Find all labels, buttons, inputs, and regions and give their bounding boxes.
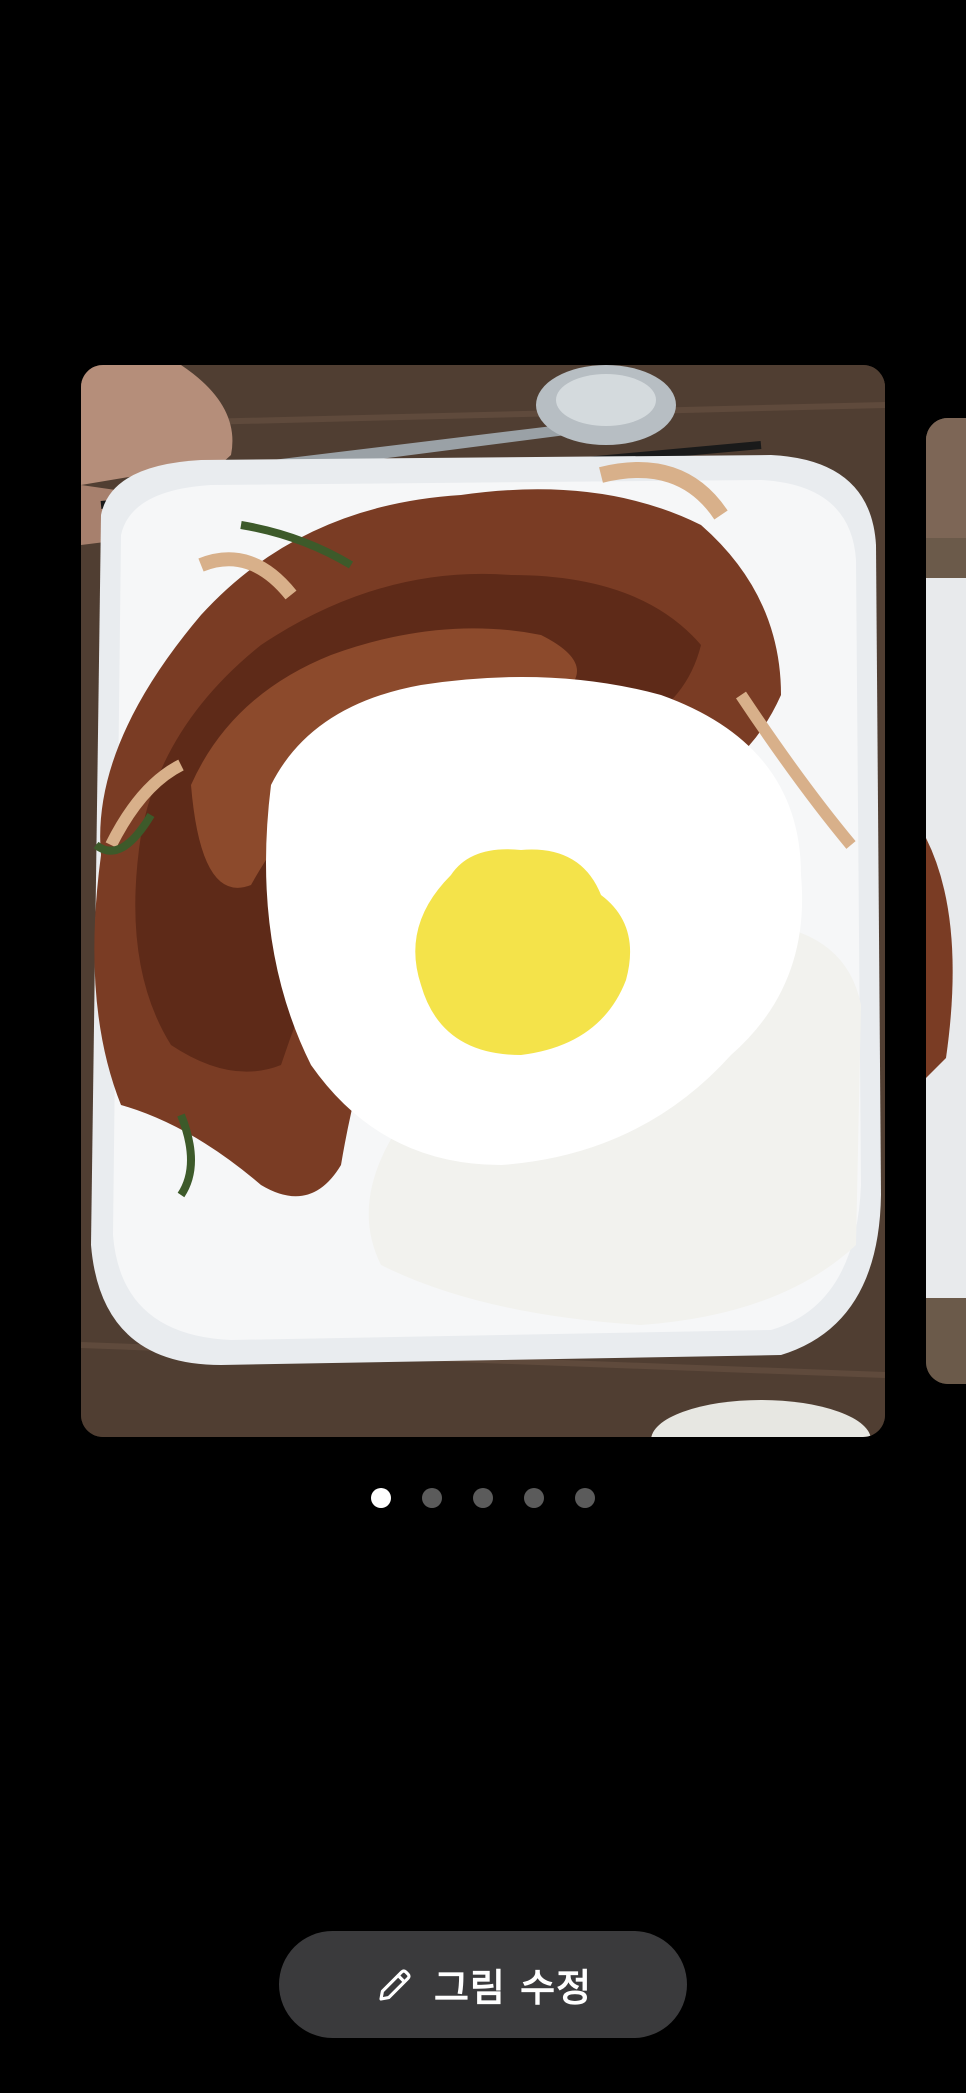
photo-viewer-screen: 그림 수정 — [0, 0, 966, 2093]
photo-main[interactable] — [81, 365, 885, 1437]
edit-image-label: 그림 수정 — [433, 1966, 593, 2010]
pagination-dot-1[interactable] — [371, 1488, 391, 1508]
pagination-dot-5[interactable] — [575, 1488, 595, 1508]
pagination-dots — [0, 1488, 966, 1508]
edit-image-button[interactable]: 그림 수정 — [279, 1931, 687, 2038]
pagination-dot-4[interactable] — [524, 1488, 544, 1508]
photo-next-peek[interactable] — [926, 418, 966, 1384]
pagination-dot-2[interactable] — [422, 1488, 442, 1508]
pagination-dot-3[interactable] — [473, 1488, 493, 1508]
pencil-icon — [374, 1964, 416, 2006]
